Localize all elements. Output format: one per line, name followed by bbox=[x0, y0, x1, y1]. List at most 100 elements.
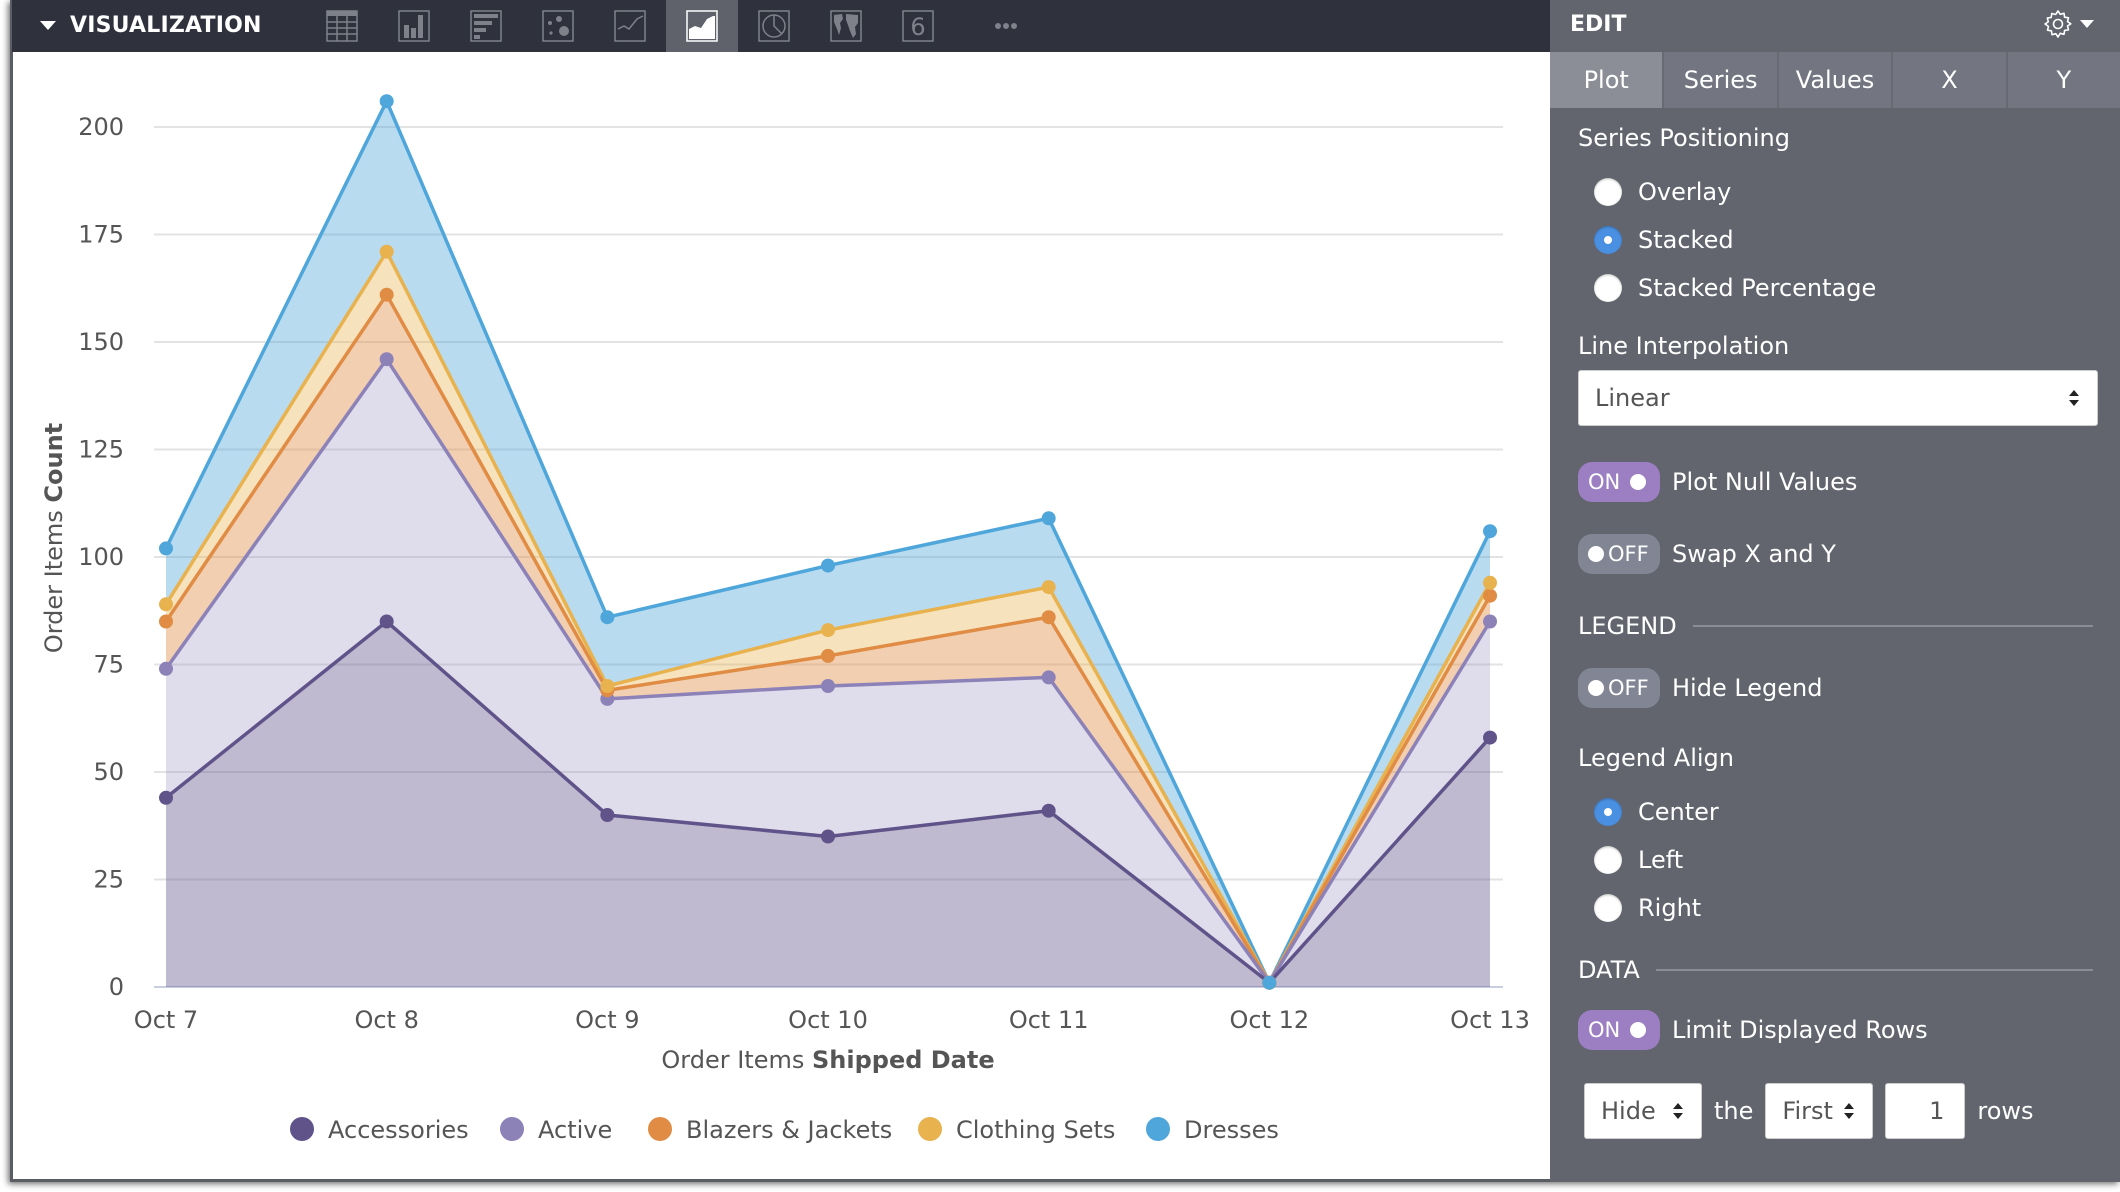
edit-tabs: Plot Series Values X Y bbox=[1550, 52, 2120, 108]
x-tick-label: Oct 11 bbox=[1009, 1006, 1089, 1034]
radio-button[interactable] bbox=[1594, 894, 1622, 922]
plot-null-values-toggle[interactable]: ON Plot Null Values bbox=[1578, 462, 1857, 502]
legend-label: Clothing Sets bbox=[956, 1116, 1115, 1144]
point-accessories[interactable] bbox=[379, 614, 394, 629]
point-dresses[interactable] bbox=[821, 558, 836, 573]
point-active[interactable] bbox=[159, 661, 173, 676]
y-tick-label: 75 bbox=[93, 651, 124, 679]
line-interpolation-select[interactable]: Linear bbox=[1578, 370, 2098, 426]
legend-label: Accessories bbox=[328, 1116, 469, 1144]
point-accessories[interactable] bbox=[1041, 803, 1056, 818]
point-blazers[interactable] bbox=[1483, 588, 1498, 603]
legend-item[interactable]: Accessories bbox=[290, 1116, 469, 1144]
series-positioning-label: Series Positioning bbox=[1578, 124, 1790, 152]
x-axis-ticks: Oct 7 Oct 8 Oct 9 Oct 10 Oct 11 Oct 12 Oct 13 bbox=[134, 1006, 1530, 1034]
legend-item[interactable]: Clothing Sets bbox=[918, 1116, 1115, 1144]
legend-label: Dresses bbox=[1184, 1116, 1279, 1144]
x-axis-title: Order Items Shipped Date bbox=[661, 1046, 994, 1074]
legend-item[interactable]: Dresses bbox=[1146, 1116, 1279, 1144]
y-tick-label: 125 bbox=[78, 436, 124, 464]
point-active[interactable] bbox=[1041, 670, 1056, 685]
legend-swatch bbox=[290, 1117, 314, 1141]
point-blazers[interactable] bbox=[379, 287, 394, 302]
edit-header: EDIT bbox=[1550, 0, 2120, 52]
edit-title: EDIT bbox=[1570, 12, 1627, 37]
y-tick-label: 0 bbox=[109, 973, 124, 1001]
tab-plot[interactable]: Plot bbox=[1550, 52, 1665, 108]
legend-item[interactable]: Active bbox=[500, 1116, 612, 1144]
radio-stacked[interactable]: Stacked bbox=[1594, 226, 1734, 254]
toggle-switch-off[interactable]: OFF bbox=[1578, 668, 1660, 708]
tab-x[interactable]: X bbox=[1893, 52, 2008, 108]
swap-xy-toggle[interactable]: OFF Swap X and Y bbox=[1578, 534, 1836, 574]
radio-button-selected[interactable] bbox=[1594, 226, 1622, 254]
tab-y[interactable]: Y bbox=[2008, 52, 2120, 108]
hide-legend-toggle[interactable]: OFF Hide Legend bbox=[1578, 668, 1823, 708]
legend-label: Active bbox=[538, 1116, 612, 1144]
x-tick-label: Oct 12 bbox=[1230, 1006, 1310, 1034]
legend-item[interactable]: Blazers & Jackets bbox=[648, 1116, 892, 1144]
limit-count-input[interactable] bbox=[1885, 1083, 1966, 1139]
point-active[interactable] bbox=[1483, 614, 1498, 629]
divider-line bbox=[1692, 625, 2093, 627]
point-dresses[interactable] bbox=[1483, 524, 1498, 539]
radio-left[interactable]: Left bbox=[1594, 846, 1683, 874]
tab-values[interactable]: Values bbox=[1779, 52, 1894, 108]
y-tick-label: 175 bbox=[78, 221, 124, 249]
radio-right[interactable]: Right bbox=[1594, 894, 1701, 922]
radio-button[interactable] bbox=[1594, 846, 1622, 874]
point-clothing[interactable] bbox=[379, 244, 394, 259]
y-axis-title: Order Items Count bbox=[40, 423, 68, 653]
x-tick-label: Oct 10 bbox=[788, 1006, 868, 1034]
point-clothing[interactable] bbox=[1041, 580, 1056, 595]
radio-center[interactable]: Center bbox=[1594, 798, 1719, 826]
point-blazers[interactable] bbox=[1041, 610, 1056, 625]
point-accessories[interactable] bbox=[821, 829, 836, 844]
point-dresses[interactable] bbox=[600, 610, 615, 625]
toggle-switch-off[interactable]: OFF bbox=[1578, 534, 1660, 574]
y-tick-label: 150 bbox=[78, 328, 124, 356]
legend-swatch bbox=[918, 1117, 942, 1141]
limit-action-select[interactable]: Hide bbox=[1584, 1083, 1702, 1139]
radio-button[interactable] bbox=[1594, 274, 1622, 302]
legend-align-label: Legend Align bbox=[1578, 744, 1734, 772]
y-tick-label: 200 bbox=[78, 113, 124, 141]
limit-position-select[interactable]: First bbox=[1765, 1083, 1874, 1139]
point-active[interactable] bbox=[379, 352, 394, 367]
point-clothing[interactable] bbox=[159, 597, 173, 612]
point-accessories[interactable] bbox=[600, 808, 615, 822]
point-dresses[interactable] bbox=[159, 541, 173, 556]
settings-menu-button[interactable] bbox=[2042, 8, 2094, 40]
y-tick-label: 100 bbox=[78, 543, 124, 571]
x-tick-label: Oct 8 bbox=[354, 1006, 418, 1034]
point-clothing[interactable] bbox=[600, 679, 615, 693]
radio-button[interactable] bbox=[1594, 178, 1622, 206]
radio-stacked-percentage[interactable]: Stacked Percentage bbox=[1594, 274, 1876, 302]
edit-panel: EDIT Plot Series Values X Y Series Posit… bbox=[1550, 0, 2120, 1182]
data-section-header: DATA bbox=[1578, 956, 2093, 984]
legend-swatch bbox=[1146, 1117, 1170, 1141]
select-arrows-icon bbox=[1844, 1103, 1855, 1119]
point-accessories[interactable] bbox=[159, 790, 173, 805]
point-accessories[interactable] bbox=[1483, 730, 1498, 745]
radio-button-selected[interactable] bbox=[1594, 798, 1622, 826]
point-blazers[interactable] bbox=[159, 614, 173, 629]
legend-section-header: LEGEND bbox=[1578, 612, 2093, 640]
radio-overlay[interactable]: Overlay bbox=[1594, 178, 1731, 206]
limit-rows-toggle[interactable]: ON Limit Displayed Rows bbox=[1578, 1010, 1928, 1050]
point-clothing[interactable] bbox=[1483, 575, 1498, 590]
point-clothing[interactable] bbox=[821, 623, 836, 638]
toggle-switch-on[interactable]: ON bbox=[1578, 462, 1660, 502]
point-dresses[interactable] bbox=[379, 94, 394, 109]
legend-swatch bbox=[648, 1117, 672, 1141]
point-blazers[interactable] bbox=[821, 648, 836, 663]
the-label: the bbox=[1714, 1097, 1754, 1125]
select-arrows-icon bbox=[1673, 1103, 1683, 1119]
point-dresses[interactable] bbox=[1262, 975, 1277, 990]
rows-label: rows bbox=[1977, 1097, 2034, 1125]
chart-legend: Accessories Active Blazers & Jackets Clothi… bbox=[290, 1116, 1279, 1144]
tab-series[interactable]: Series bbox=[1664, 52, 1779, 108]
point-dresses[interactable] bbox=[1041, 511, 1056, 526]
toggle-switch-on[interactable]: ON bbox=[1578, 1010, 1660, 1050]
point-active[interactable] bbox=[821, 679, 836, 693]
